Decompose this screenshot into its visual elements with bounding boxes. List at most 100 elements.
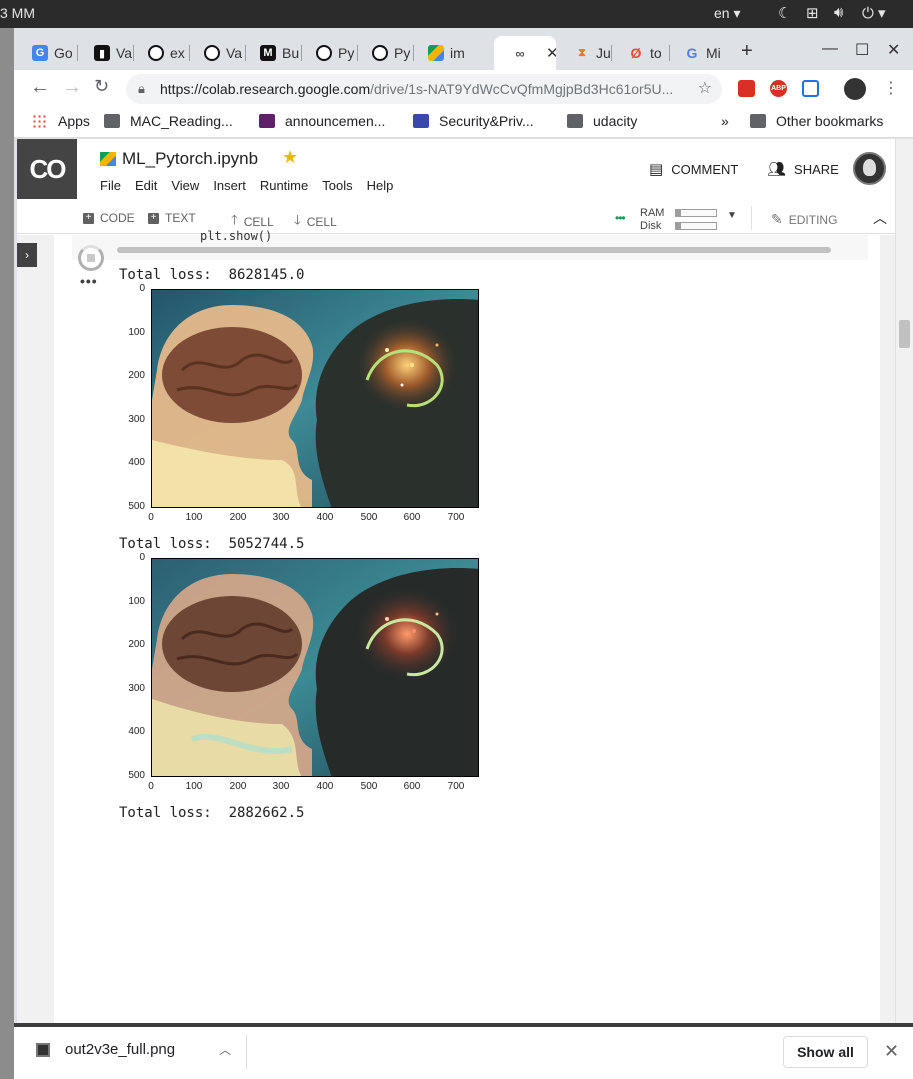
menu-runtime[interactable]: Runtime: [260, 178, 308, 193]
resources-dropdown-icon[interactable]: ▼: [727, 210, 737, 221]
x-tick: 200: [229, 512, 247, 523]
address-bar[interactable]: 🔒︎ https://colab.research.google.com/dri…: [126, 74, 722, 104]
browser-tab[interactable]: Øto: [610, 36, 670, 70]
output-menu-icon[interactable]: •••: [80, 273, 98, 289]
close-tab-icon[interactable]: ✕: [546, 44, 556, 62]
other-bookmarks[interactable]: Other bookmarks: [750, 113, 883, 129]
browser-tab[interactable]: Py: [298, 36, 358, 70]
bookmark-apps[interactable]: Apps: [32, 113, 90, 129]
menu-insert[interactable]: Insert: [213, 178, 246, 193]
y-tick: 100: [128, 327, 145, 338]
styled-image: [151, 558, 479, 777]
comment-button[interactable]: ▤ COMMENT: [649, 160, 738, 178]
more-menu-icon[interactable]: ⋮: [883, 78, 899, 98]
browser-tab-active[interactable]: ∞ ✕: [494, 36, 556, 70]
bookmarks-overflow[interactable]: »: [721, 113, 729, 129]
adblock-icon[interactable]: ABP: [770, 80, 787, 97]
reload-button[interactable]: ↻: [94, 76, 109, 97]
menu-tools[interactable]: Tools: [322, 178, 352, 193]
horizontal-scrollbar[interactable]: [117, 247, 831, 253]
x-tick: 600: [403, 512, 421, 523]
sidebar-toggle[interactable]: ›: [17, 243, 37, 267]
menu-help[interactable]: Help: [367, 178, 394, 193]
google-docs-icon: G: [32, 45, 48, 61]
collapse-header-icon[interactable]: ︿: [873, 208, 887, 228]
ram-meter: [675, 209, 717, 217]
editing-mode-button[interactable]: ✎ EDITING: [771, 211, 837, 228]
download-shelf: out2v3e_full.png ︿ Show all ✕: [14, 1023, 913, 1079]
google-icon: G: [686, 45, 698, 61]
browser-tab[interactable]: G Go: [14, 36, 78, 70]
volume-icon[interactable]: 🔊︎: [834, 4, 843, 21]
x-tick: 100: [185, 781, 203, 792]
code-cell[interactable]: plt.show(): [72, 229, 868, 260]
bookmark-item[interactable]: Security&Priv...: [413, 113, 534, 129]
close-window-button[interactable]: ✕: [887, 40, 900, 60]
loss-output: Total loss: 8628145.0: [119, 267, 305, 283]
scrollbar-thumb[interactable]: [899, 320, 910, 348]
x-tick: 300: [272, 512, 290, 523]
download-filename: out2v3e_full.png: [65, 1041, 176, 1058]
minimize-button[interactable]: —: [822, 40, 838, 58]
bookmark-folder[interactable]: udacity: [567, 113, 637, 129]
add-code-button[interactable]: + CODE: [83, 211, 135, 225]
share-button[interactable]: 👥︎ SHARE: [767, 160, 839, 178]
browser-tab[interactable]: ex: [130, 36, 190, 70]
bookmark-star-icon[interactable]: ☆: [698, 74, 712, 104]
y-tick: 200: [128, 370, 145, 381]
colab-logo[interactable]: CO: [17, 139, 77, 199]
notebook-page: plt.show() ••• Total loss: 8628145.0 0 1…: [54, 229, 880, 1023]
pencil-icon: ✎: [771, 211, 783, 227]
menu-edit[interactable]: Edit: [135, 178, 157, 193]
y-tick: 200: [128, 639, 145, 650]
browser-tab[interactable]: M Bu: [242, 36, 302, 70]
show-all-button[interactable]: Show all: [783, 1036, 868, 1068]
github-icon: [316, 45, 332, 61]
network-icon[interactable]: ⊞: [806, 4, 819, 22]
browser-tab[interactable]: ⧗ Ju: [556, 36, 612, 70]
star-icon[interactable]: ★: [282, 147, 298, 168]
forward-button[interactable]: →: [62, 76, 82, 99]
browser-tab[interactable]: Py: [354, 36, 414, 70]
y-tick: 400: [128, 726, 145, 737]
power-icon[interactable]: ⏻ ▾: [862, 4, 886, 22]
extension-icon[interactable]: [802, 80, 819, 97]
language-indicator[interactable]: en ▾: [714, 5, 741, 22]
profile-avatar[interactable]: [844, 78, 866, 100]
back-button[interactable]: ←: [30, 76, 50, 99]
menu-view[interactable]: View: [171, 178, 199, 193]
y-tick: 500: [128, 501, 145, 512]
x-tick: 100: [185, 512, 203, 523]
browser-tab[interactable]: im: [410, 36, 494, 70]
resource-labels[interactable]: RAM Disk: [640, 207, 664, 233]
comment-icon: ▤: [649, 161, 664, 178]
browser-tab[interactable]: G Mi: [666, 36, 728, 70]
run-cell-button[interactable]: [78, 245, 104, 271]
night-mode-icon[interactable]: ☾: [778, 4, 791, 22]
new-tab-button[interactable]: +: [741, 40, 753, 63]
google-drive-icon[interactable]: [100, 152, 116, 166]
x-tick: 300: [272, 781, 290, 792]
extension-icon[interactable]: [738, 80, 755, 97]
folder-icon: [750, 114, 766, 128]
github-icon: [148, 45, 164, 61]
y-tick: 400: [128, 457, 145, 468]
page-scrollbar[interactable]: [895, 139, 913, 1023]
folder-icon: [567, 114, 583, 128]
user-avatar[interactable]: [853, 152, 886, 185]
styled-image: [151, 289, 479, 508]
menu-file[interactable]: File: [100, 178, 121, 193]
y-tick: 100: [128, 596, 145, 607]
bookmark-item[interactable]: announcemen...: [259, 113, 385, 129]
add-text-button[interactable]: + TEXT: [148, 211, 196, 225]
browser-tab[interactable]: ▮ Va: [76, 36, 134, 70]
code-line: plt.show(): [200, 229, 273, 243]
move-cell-down-button[interactable]: 🡓 CELL: [294, 211, 337, 233]
bookmark-folder[interactable]: MAC_Reading...: [104, 113, 233, 129]
browser-tab[interactable]: Va: [186, 36, 246, 70]
maximize-button[interactable]: ☐: [855, 40, 869, 60]
close-shelf-icon[interactable]: ✕: [884, 1041, 899, 1062]
notebook-title[interactable]: ML_Pytorch.ipynb: [122, 149, 258, 169]
chevron-up-icon[interactable]: ︿: [219, 1041, 231, 1058]
download-item[interactable]: out2v3e_full.png ︿: [36, 1041, 231, 1058]
